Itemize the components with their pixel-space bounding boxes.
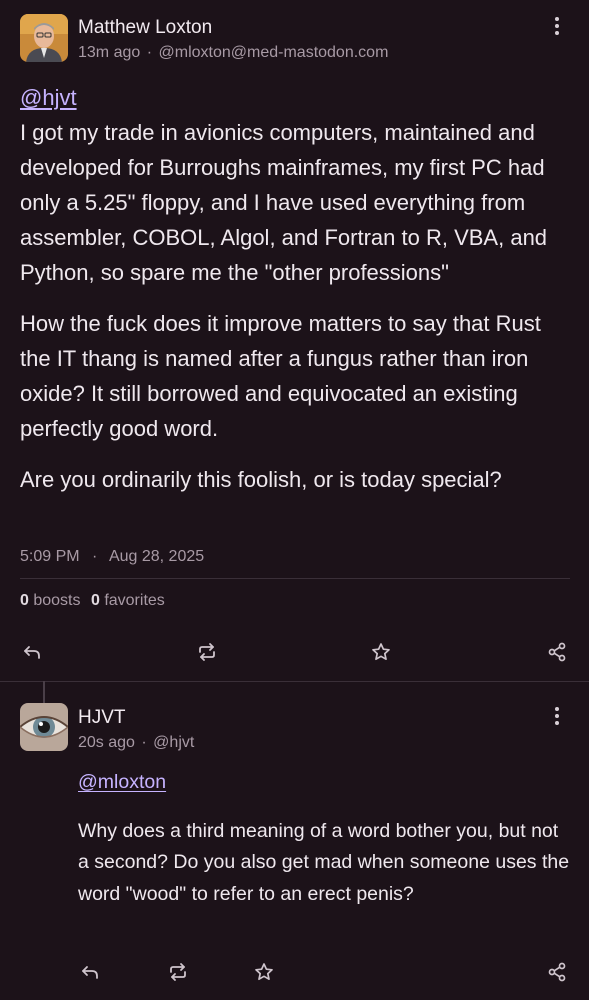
author-avatar[interactable] [20,14,68,62]
reply-time-ago: 20s ago [78,734,135,751]
reply-paragraph-1: Why does a third meaning of a word bothe… [78,819,570,905]
reply-mention[interactable]: @mloxton [78,771,166,793]
section-divider [0,681,589,682]
star-icon[interactable] [371,642,391,662]
post-paragraph-2: How the fuck does it improve matters to … [20,311,541,441]
post-date: Aug 28, 2025 [108,548,205,565]
post-divider [20,578,570,579]
boosts-stat[interactable]: 0 boosts [20,592,81,609]
post-author-handle[interactable]: @mloxton@med-mastodon.com [159,44,389,61]
share-icon[interactable] [547,642,567,662]
reply-meta-separator: · [141,734,147,751]
post-mention[interactable]: @hjvt [20,85,77,110]
post-stats: 0 boosts 0 favorites [20,592,165,610]
more-vertical-icon[interactable] [554,17,560,38]
boost-icon[interactable] [197,642,217,662]
meta-separator: · [146,44,153,61]
post-paragraph-3: Are you ordinarily this foolish, or is t… [20,467,502,492]
post-time-ago: 13m ago [78,44,141,61]
favorites-stat[interactable]: 0 favorites [91,592,165,609]
reply-meta: 20s ago · @hjvt [78,734,194,752]
favorites-label: favorites [104,592,165,609]
reply-more-vertical-icon[interactable] [554,707,560,728]
post-paragraph-1: I got my trade in avionics computers, ma… [20,120,548,285]
post-timestamp: 5:09 PM · Aug 28, 2025 [20,548,204,566]
boosts-count: 0 [20,592,29,609]
post-time: 5:09 PM [20,548,80,565]
post-meta: 13m ago · @mloxton@med-mastodon.com [78,44,388,62]
thread-connector [43,681,45,703]
timestamp-separator: · [92,548,98,565]
reply-author-handle[interactable]: @hjvt [153,734,194,751]
reply-content: @mloxton Why does a third meaning of a w… [78,767,574,910]
reply-share-icon[interactable] [547,962,567,982]
favorites-count: 0 [90,592,100,609]
reply-star-icon[interactable] [254,962,274,982]
reply-author-avatar[interactable] [20,703,68,751]
boosts-label: boosts [33,592,81,609]
reply-icon[interactable] [22,642,42,662]
post-content: @hjvt I got my trade in avionics compute… [20,80,572,497]
reply-author-name[interactable]: HJVT [78,707,126,729]
post-author-name[interactable]: Matthew Loxton [78,17,212,39]
reply-reply-icon[interactable] [80,962,100,982]
reply-boost-icon[interactable] [168,962,188,982]
